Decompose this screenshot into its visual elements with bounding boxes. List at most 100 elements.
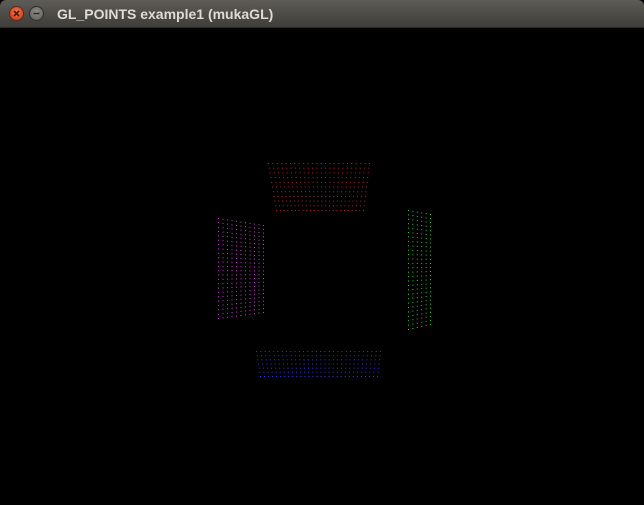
gl-point	[272, 376, 274, 377]
gl-point	[430, 319, 431, 321]
gl-point	[368, 167, 370, 169]
gl-point	[269, 355, 271, 357]
gl-point	[290, 200, 291, 202]
gl-point	[425, 258, 427, 260]
gl-point	[218, 287, 219, 289]
gl-point	[430, 218, 431, 220]
gl-point	[240, 286, 242, 288]
gl-point	[356, 195, 358, 197]
gl-point	[282, 355, 284, 357]
gl-point	[258, 247, 260, 249]
gl-point	[300, 371, 302, 373]
gl-point	[227, 266, 228, 267]
gl-point	[324, 359, 326, 361]
gl-point	[345, 351, 347, 352]
gl-point	[294, 163, 296, 164]
minimize-button[interactable]	[29, 6, 44, 21]
gl-point	[218, 305, 219, 306]
gl-point	[312, 177, 314, 179]
gl-point	[269, 359, 271, 361]
gl-viewport[interactable]	[0, 28, 644, 505]
gl-point	[321, 205, 323, 207]
gl-point	[349, 359, 351, 361]
gl-point	[303, 172, 305, 174]
gl-point	[227, 287, 228, 289]
gl-point	[346, 167, 348, 169]
gl-point	[275, 205, 277, 207]
gl-point	[408, 240, 409, 242]
gl-point	[345, 195, 346, 197]
gl-point	[302, 205, 304, 207]
gl-point	[421, 288, 423, 290]
gl-point	[369, 371, 371, 373]
gl-point	[333, 200, 334, 202]
gl-point	[408, 214, 409, 216]
gl-point	[254, 227, 255, 229]
gl-point	[245, 258, 246, 260]
gl-point	[291, 210, 293, 211]
gl-point	[283, 210, 285, 211]
gl-point	[258, 312, 260, 314]
gl-point	[263, 232, 264, 234]
gl-point	[276, 376, 278, 377]
gl-point	[416, 241, 418, 243]
gl-point	[345, 359, 347, 361]
gl-point	[254, 309, 255, 311]
gl-point	[258, 301, 260, 303]
gl-point	[263, 289, 264, 291]
gl-point	[362, 355, 364, 357]
gl-point	[254, 266, 255, 268]
gl-point	[290, 355, 292, 357]
gl-point	[312, 186, 314, 188]
gl-point	[349, 191, 351, 193]
title-bar[interactable]: GL_POINTS example1 (mukaGL)	[0, 0, 644, 28]
gl-point	[296, 371, 297, 373]
gl-point	[284, 376, 286, 377]
gl-point	[378, 367, 379, 369]
gl-point	[291, 371, 293, 373]
gl-point	[272, 191, 274, 193]
gl-point	[313, 205, 315, 207]
gl-point	[249, 250, 251, 252]
gl-point	[412, 284, 414, 286]
gl-point	[344, 200, 346, 202]
gl-point	[270, 363, 272, 365]
gl-point	[222, 287, 224, 289]
gl-point	[287, 363, 289, 365]
gl-point	[218, 278, 219, 280]
gl-point	[278, 363, 280, 365]
gl-point	[430, 291, 431, 293]
gl-point	[249, 305, 251, 307]
gl-point	[363, 172, 365, 174]
gl-point	[240, 290, 242, 292]
gl-point	[303, 351, 304, 352]
gl-point	[267, 371, 269, 373]
gl-point	[262, 367, 264, 369]
gl-point	[375, 355, 377, 357]
gl-point	[240, 282, 242, 284]
gl-point	[222, 248, 224, 250]
gl-point	[263, 262, 264, 264]
gl-point	[332, 367, 334, 369]
gl-point	[425, 296, 427, 297]
gl-point	[274, 200, 276, 202]
gl-point	[254, 293, 255, 295]
gl-point	[273, 351, 275, 352]
gl-point	[303, 163, 305, 164]
gl-point	[336, 367, 338, 369]
gl-point	[263, 304, 264, 306]
gl-point	[341, 191, 343, 193]
gl-point	[359, 210, 361, 211]
gl-point	[279, 371, 281, 373]
gl-point	[254, 231, 255, 233]
gl-point	[425, 221, 427, 223]
gl-point	[373, 376, 374, 377]
gl-point	[297, 200, 299, 202]
gl-point	[425, 279, 427, 281]
gl-point	[231, 220, 233, 222]
close-button[interactable]	[9, 6, 24, 21]
gl-point	[236, 290, 237, 292]
gl-point	[285, 163, 287, 164]
gl-point	[332, 376, 334, 377]
gl-point	[328, 359, 330, 361]
